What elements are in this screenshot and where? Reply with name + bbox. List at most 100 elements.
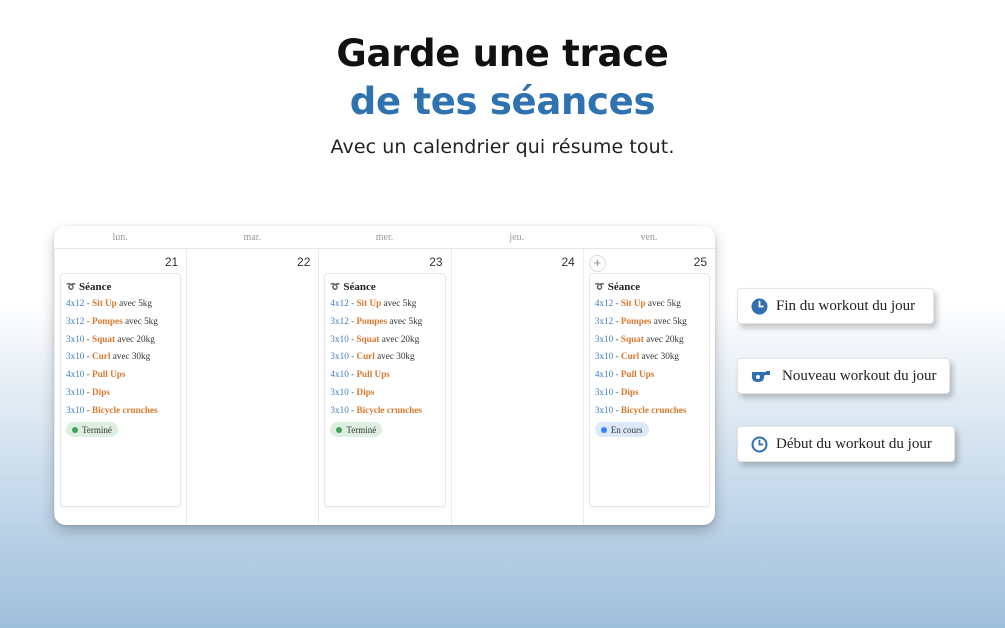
- status-badge: Terminé: [330, 422, 383, 438]
- exercise-item: 3x10 - Dips: [594, 386, 639, 397]
- new-workout-button[interactable]: Nouveau workout du jour: [737, 358, 950, 394]
- exercise-item: 3x10 - Curl avec 30kg: [66, 351, 151, 362]
- weekday-header: lun. mar. mer. jeu. ven.: [54, 226, 715, 249]
- week-calendar: lun. mar. mer. jeu. ven. 21 ➰ Séance 4x12…: [54, 226, 715, 525]
- exercise-sets: 4x12: [330, 298, 349, 308]
- exercise-name: Dips: [620, 386, 639, 397]
- exercise-sets: 3x10: [594, 333, 614, 344]
- weekday-label: mer.: [375, 232, 394, 243]
- exercise-sets: 4x10: [594, 369, 614, 380]
- clock-filled-icon: [750, 297, 768, 315]
- day-cell[interactable]: 22: [187, 249, 320, 525]
- exercise-name: Bicycle crunches: [356, 404, 423, 415]
- day-cell[interactable]: 23 ➰ Séance 4x12 - Sit Up avec 5kg 3x12 -…: [319, 249, 452, 525]
- page-title: Garde une trace de tes séances: [0, 30, 1005, 126]
- session-card[interactable]: ➰ Séance 4x12 - Sit Up avec 5kg 3x12 - Po…: [324, 273, 446, 507]
- exercise-item: 3x10 - Squat avec 20kg: [330, 333, 420, 344]
- date-number: 23: [429, 255, 443, 269]
- date-number: 22: [297, 255, 311, 269]
- end-workout-button[interactable]: Fin du workout du jour: [737, 288, 934, 324]
- exercise-item: 3x10 - Squat avec 20kg: [594, 333, 684, 344]
- end-workout-label: Fin du workout du jour: [776, 297, 916, 314]
- exercise-name: Pull Ups: [620, 369, 655, 380]
- exercise-item: 3x12 - Pompes avec 5kg: [66, 315, 158, 326]
- session-card[interactable]: ➰ Séance 4x12 - Sit Up avec 5kg 3x12 - Po…: [60, 273, 182, 507]
- exercise-sets: 3x10: [594, 404, 614, 415]
- exercise-sets: 3x10: [66, 386, 85, 397]
- exercise-name: Pull Ups: [356, 369, 390, 380]
- title-line-1: Garde une trace: [336, 32, 669, 75]
- exercise-item: 4x12 - Sit Up avec 5kg: [330, 298, 417, 308]
- exercise-item: 3x10 - Dips: [66, 386, 110, 397]
- exercise-name: Dips: [356, 386, 375, 397]
- date-number: 24: [561, 255, 575, 269]
- exercise-sets: 3x10: [66, 351, 85, 362]
- exercise-extra: avec 5kg: [647, 298, 681, 308]
- new-workout-label: Nouveau workout du jour: [782, 367, 937, 384]
- exercise-item: 3x10 - Bicycle crunches: [330, 404, 423, 415]
- day-cell[interactable]: 21 ➰ Séance 4x12 - Sit Up avec 5kg 3x12 -…: [54, 249, 188, 525]
- exercise-item: 4x12 - Sit Up avec 5kg: [594, 298, 681, 308]
- exercise-item: 4x10 - Pull Ups: [66, 369, 126, 380]
- exercise-extra: avec 30kg: [641, 351, 680, 362]
- exercise-name: Dips: [92, 386, 110, 397]
- exercise-extra: avec 20kg: [381, 333, 420, 344]
- card-title: ➰ Séance: [330, 278, 439, 295]
- workout-icon: ➰: [66, 282, 76, 291]
- exercise-sets: 3x10: [594, 351, 614, 362]
- exercise-extra: avec 5kg: [653, 315, 687, 326]
- date-number: 25: [693, 255, 708, 269]
- start-workout-button[interactable]: Début du workout du jour: [737, 426, 955, 462]
- exercise-name: Squat: [356, 333, 380, 344]
- exercise-name: Bicycle crunches: [92, 404, 158, 415]
- status-label: En cours: [610, 424, 643, 435]
- page-subtitle: Avec un calendrier qui résume tout.: [330, 136, 675, 158]
- exercise-sets: 3x10: [330, 333, 349, 344]
- weekday-label: lun.: [112, 232, 128, 243]
- exercise-name: Pompes: [92, 315, 123, 326]
- card-title-label: Séance: [607, 280, 641, 293]
- status-dot: [600, 426, 607, 433]
- exercise-sets: 3x10: [66, 404, 85, 415]
- exercise-extra: avec 5kg: [389, 315, 423, 326]
- status-dot: [336, 426, 343, 433]
- exercise-item: 3x12 - Pompes avec 5kg: [594, 315, 687, 326]
- exercise-item: 4x10 - Pull Ups: [594, 369, 655, 380]
- title-line-2: de tes séances: [349, 80, 656, 123]
- weekday-label: jeu.: [509, 232, 525, 243]
- exercise-sets: 4x10: [330, 369, 349, 380]
- exercise-name: Sit Up: [620, 298, 646, 308]
- exercise-name: Bicycle crunches: [620, 404, 687, 415]
- exercise-sets: 3x12: [594, 315, 614, 326]
- add-session-button[interactable]: +: [588, 255, 606, 272]
- exercise-item: 3x10 - Bicycle crunches: [594, 404, 687, 415]
- exercise-extra: avec 5kg: [383, 298, 417, 308]
- card-title-label: Séance: [78, 280, 112, 293]
- exercise-item: 3x10 - Curl avec 30kg: [330, 351, 415, 362]
- status-label: Terminé: [346, 424, 377, 435]
- exercise-extra: avec 5kg: [124, 315, 158, 326]
- exercise-extra: avec 20kg: [117, 333, 155, 344]
- exercise-extra: avec 30kg: [112, 351, 151, 362]
- card-title-label: Séance: [343, 280, 376, 293]
- day-cell[interactable]: + 25 ➰ Séance 4x12 - Sit Up avec 5kg 3x12…: [584, 249, 715, 525]
- day-cell[interactable]: 24: [452, 249, 584, 525]
- start-workout-label: Début du workout du jour: [776, 435, 932, 452]
- card-title: ➰ Séance: [595, 278, 704, 295]
- exercise-extra: avec 20kg: [646, 333, 684, 344]
- status-dot: [72, 426, 78, 433]
- exercise-sets: 3x10: [66, 333, 85, 344]
- exercise-sets: 3x10: [594, 386, 614, 397]
- clock-outline-icon: [750, 435, 768, 453]
- status-badge: En cours: [594, 422, 649, 438]
- status-badge: Terminé: [66, 422, 118, 438]
- exercise-name: Curl: [620, 351, 640, 362]
- session-card[interactable]: ➰ Séance 4x12 - Sit Up avec 5kg 3x12 - Po…: [588, 273, 711, 507]
- exercise-name: Sit Up: [356, 298, 382, 308]
- workout-icon: ➰: [594, 282, 605, 291]
- exercise-item: 4x10 - Pull Ups: [330, 369, 390, 380]
- exercise-name: Squat: [92, 333, 116, 344]
- exercise-sets: 4x10: [66, 369, 85, 380]
- status-label: Terminé: [82, 424, 112, 435]
- exercise-sets: 3x10: [330, 351, 349, 362]
